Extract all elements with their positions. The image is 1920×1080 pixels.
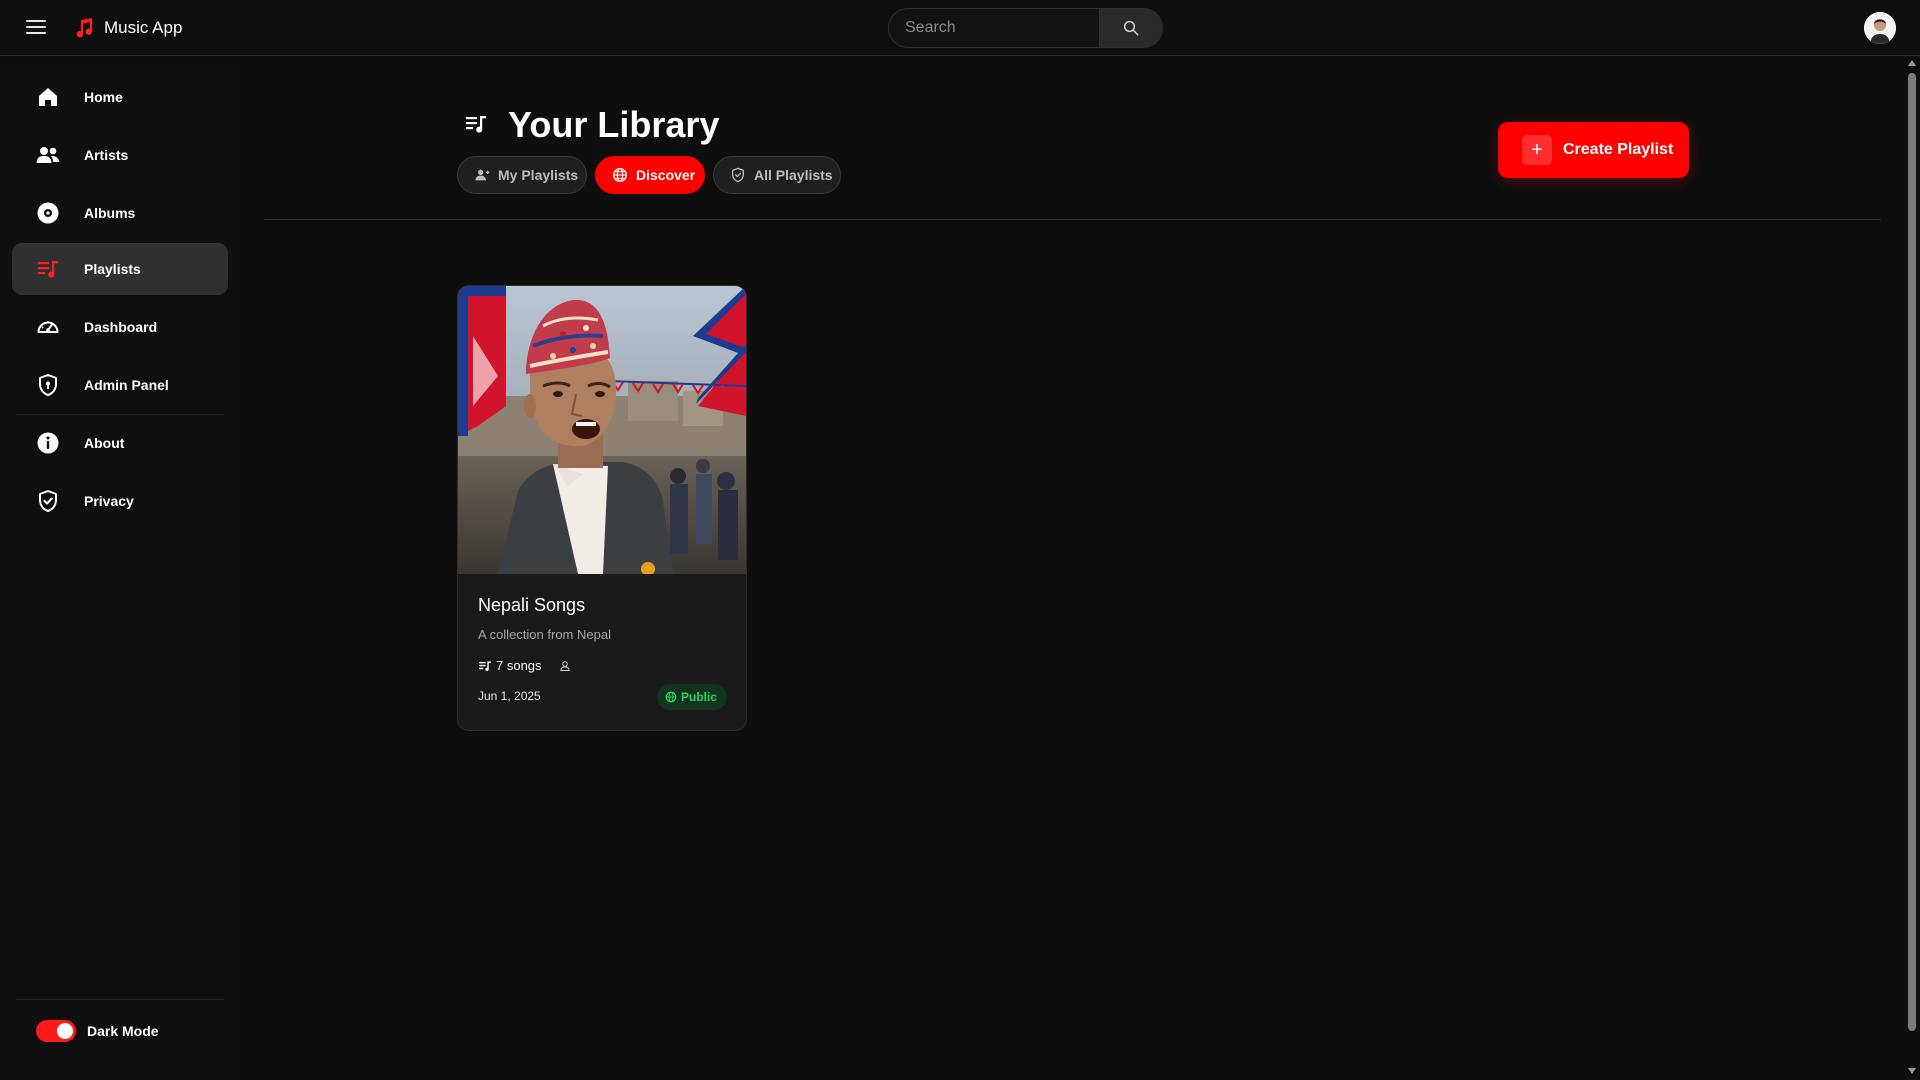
dark-mode-toggle[interactable] [36, 1020, 76, 1042]
create-playlist-button[interactable]: + Create Playlist [1498, 122, 1689, 178]
page-title: Your Library [508, 104, 720, 145]
playlist-icon [38, 261, 58, 278]
playlist-date: Jun 1, 2025 [478, 689, 541, 703]
playlist-description: A collection from Nepal [478, 627, 611, 642]
dark-mode-label: Dark Mode [87, 1023, 159, 1039]
song-count: 7 songs [496, 658, 542, 673]
playlist-card[interactable]: Nepali Songs A collection from Nepal 7 s… [457, 285, 747, 731]
tab-discover[interactable]: Discover [595, 156, 705, 194]
sidebar-item-label: Privacy [84, 493, 134, 509]
user-icon [475, 169, 490, 181]
shield-check-icon [39, 490, 57, 512]
sidebar-item-dashboard[interactable]: Dashboard [12, 301, 228, 353]
sidebar-item-about[interactable]: About [12, 417, 228, 469]
sidebar-item-label: Home [84, 89, 123, 105]
sidebar-divider [16, 999, 224, 1000]
toggle-knob [57, 1023, 73, 1039]
sidebar-item-admin-panel[interactable]: Admin Panel [12, 359, 228, 411]
info-icon [37, 432, 59, 454]
user-icon [559, 660, 570, 671]
playlist-icon [466, 116, 486, 133]
search-bar [888, 8, 1163, 48]
sidebar-item-label: Admin Panel [84, 377, 169, 393]
create-playlist-label: Create Playlist [1563, 141, 1674, 158]
sidebar: Home Artists Albums Playlists Dashboard … [0, 57, 240, 1080]
search-icon [1123, 20, 1139, 36]
scroll-up-arrow-icon[interactable] [1908, 60, 1916, 66]
sidebar-item-artists[interactable]: Artists [12, 129, 228, 181]
tab-label: My Playlists [498, 167, 579, 183]
tab-label: Discover [636, 167, 696, 183]
plus-icon: + [1522, 135, 1552, 165]
shield-icon [732, 167, 744, 183]
menu-icon[interactable] [22, 16, 50, 40]
dark-mode-row: Dark Mode [36, 1019, 159, 1043]
sidebar-item-privacy[interactable]: Privacy [12, 475, 228, 527]
gauge-icon [37, 321, 59, 333]
disc-icon [37, 202, 59, 224]
people-icon [36, 147, 60, 163]
home-icon [39, 88, 57, 106]
playlist-cover-image [458, 286, 746, 574]
sidebar-item-home[interactable]: Home [12, 71, 228, 123]
visibility-label: Public [681, 690, 718, 704]
top-bar: Music App [0, 0, 1920, 56]
tab-my-playlists[interactable]: My Playlists [457, 156, 587, 194]
sidebar-item-label: Albums [84, 205, 136, 221]
brand[interactable]: Music App [72, 15, 182, 41]
sidebar-item-playlists[interactable]: Playlists [12, 243, 228, 295]
playlist-icon [479, 660, 491, 671]
search-input[interactable] [888, 8, 1099, 48]
scroll-down-arrow-icon[interactable] [1908, 1068, 1916, 1074]
user-avatar-icon [1864, 12, 1896, 44]
search-button[interactable] [1099, 8, 1163, 48]
app-title: Music App [104, 18, 183, 37]
sidebar-item-label: Playlists [84, 261, 141, 277]
avatar[interactable] [1864, 12, 1896, 44]
tab-label: All Playlists [754, 167, 833, 183]
globe-icon [613, 168, 627, 182]
playlist-meta: 7 songs [478, 658, 571, 673]
globe-icon [665, 691, 677, 703]
tab-all-playlists[interactable]: All Playlists [713, 156, 841, 194]
sidebar-item-albums[interactable]: Albums [12, 187, 228, 239]
music-note-icon [76, 18, 93, 38]
playlist-title: Nepali Songs [478, 595, 586, 615]
scrollbar-thumb[interactable] [1908, 73, 1916, 1031]
status-badge: Public [657, 684, 728, 710]
shield-icon [39, 374, 57, 396]
sidebar-item-label: Dashboard [84, 319, 158, 335]
header-divider [264, 219, 1881, 220]
sidebar-item-label: Artists [84, 147, 129, 163]
scrollbar[interactable] [1904, 57, 1920, 1080]
sidebar-divider [16, 414, 224, 415]
sidebar-item-label: About [84, 435, 125, 451]
